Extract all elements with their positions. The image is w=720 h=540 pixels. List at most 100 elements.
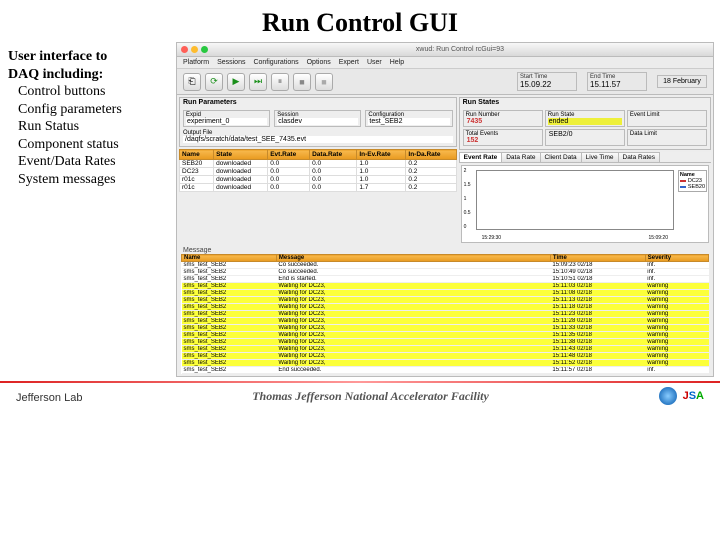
rate-tabs: Event Rate Data Rate Client Data Live Ti… xyxy=(459,152,711,163)
messages-table[interactable]: Name Message Time Severity sms_test_SEB2… xyxy=(181,254,709,374)
start-time-value: 15.09.22 xyxy=(520,80,574,89)
slide-title: Run Control GUI xyxy=(0,0,720,42)
date-box: 18 February xyxy=(657,75,707,88)
run-number-value: 7435 xyxy=(466,118,540,125)
message-row[interactable]: sms_test_SEB2Co succeeded.15:10:49 02/18… xyxy=(182,269,709,276)
toolbar-pause-button[interactable]: ⏸ xyxy=(271,73,289,91)
message-row[interactable]: sms_test_SEB2Waiting for DC23,15:11:48 0… xyxy=(182,353,709,360)
side-item: Run Status xyxy=(8,118,172,136)
menu-user[interactable]: User xyxy=(367,59,382,66)
comp-header: In-Ev.Rate xyxy=(357,150,406,160)
message-row[interactable]: sms_test_SEB2Waiting for DC23,15:11:23 0… xyxy=(182,311,709,318)
jsa-logo: JSA xyxy=(683,390,704,402)
comp-header: Data.Rate xyxy=(310,150,357,160)
component-table: NameStateEvt.RateData.RateIn-Ev.RateIn-D… xyxy=(179,149,457,192)
footer-divider xyxy=(0,381,720,383)
event-limit-label: Event Limit xyxy=(630,112,704,118)
side-header: User interface to xyxy=(8,48,172,66)
table-row[interactable]: r01cdownloaded0.00.01.00.2 xyxy=(180,176,457,184)
side-item: Control buttons xyxy=(8,83,172,101)
menu-options[interactable]: Options xyxy=(307,59,331,66)
message-row[interactable]: sms_test_SEB2Waiting for DC23,15:11:33 0… xyxy=(182,325,709,332)
message-row[interactable]: sms_test_SEB2Waiting for DC23,15:11:38 0… xyxy=(182,339,709,346)
jlab-logo: Jefferson Lab xyxy=(16,389,82,404)
menu-configurations[interactable]: Configurations xyxy=(253,59,298,66)
tab-data-rates[interactable]: Data Rates xyxy=(618,152,661,162)
slide-footer: Jefferson Lab Thomas Jefferson National … xyxy=(0,387,720,407)
tab-data-rate[interactable]: Data Rate xyxy=(501,152,540,162)
run-states-title: Run States xyxy=(460,98,710,107)
menu-platform[interactable]: Platform xyxy=(183,59,209,66)
xtick: 15:09:20 xyxy=(649,235,668,241)
ytick: 0 xyxy=(464,224,467,230)
toolbar-prev-button[interactable]: ⎗ xyxy=(183,73,201,91)
comp-header: State xyxy=(214,150,268,160)
message-row[interactable]: sms_test_SEB2Waiting for DC23,15:11:35 0… xyxy=(182,332,709,339)
message-row[interactable]: sms_test_SEB2Waiting for DC23,15:11:13 0… xyxy=(182,297,709,304)
comp-header: Name xyxy=(180,150,214,160)
table-row[interactable]: DC23downloaded0.00.01.00.2 xyxy=(180,168,457,176)
toolbar: ⎗ ⟳ ▶ ⏭ ⏸ ■ ■ Start Time 15.09.22 End Ti… xyxy=(177,69,713,95)
run-control-window: xwud: Run Control rcGui=93 Platform Sess… xyxy=(176,42,714,377)
menu-help[interactable]: Help xyxy=(390,59,404,66)
msg-col-name: Name xyxy=(182,255,277,262)
xtick: 15:29:30 xyxy=(482,235,501,241)
menu-sessions[interactable]: Sessions xyxy=(217,59,245,66)
slide-side-text: User interface to DAQ including: Control… xyxy=(6,42,176,377)
ytick: 1.5 xyxy=(464,182,471,188)
toolbar-reload-button[interactable]: ⟳ xyxy=(205,73,223,91)
messages-panel: Message Name Message Time Severity sms_t… xyxy=(181,247,709,374)
message-row[interactable]: sms_test_SEB2Waiting for DC23,15:11:03 0… xyxy=(182,283,709,290)
side-header: DAQ including: xyxy=(8,66,172,84)
end-time-value: 15.11.57 xyxy=(590,80,644,89)
comp-header: In-Da.Rate xyxy=(406,150,456,160)
window-titlebar: xwud: Run Control rcGui=93 xyxy=(177,43,713,57)
minimize-icon[interactable] xyxy=(191,46,198,53)
message-row[interactable]: sms_test_SEB2Co succeeded.15:09:23 02/18… xyxy=(182,262,709,269)
toolbar-stop-button[interactable]: ■ xyxy=(293,73,311,91)
run-states-panel: Run States Run Number7435 Run Stateended… xyxy=(459,97,711,150)
footer-center: Thomas Jefferson National Accelerator Fa… xyxy=(252,389,489,404)
messages-title: Message xyxy=(181,247,709,254)
msg-col-message: Message xyxy=(276,255,550,262)
chart-legend: Name DC23 SEB20 xyxy=(678,170,707,192)
table-row[interactable]: r01cdownloaded0.00.01.70.2 xyxy=(180,184,457,192)
side-item: Config parameters xyxy=(8,101,172,119)
message-row[interactable]: sms_test_SEB2Waiting for DC23,15:11:52 0… xyxy=(182,360,709,367)
output-file-value: /daqfs/scratch/data/test_SEE_7435.evt xyxy=(183,136,453,143)
msg-col-time: Time xyxy=(550,255,645,262)
message-row[interactable]: sms_test_SEB2Waiting for DC23,15:11:43 0… xyxy=(182,346,709,353)
side-item: System messages xyxy=(8,171,172,189)
table-row[interactable]: SEB20downloaded0.00.01.00.2 xyxy=(180,160,457,168)
session-value: clasdev xyxy=(277,118,358,125)
run-parameters-panel: Run Parameters Expidexperiment_0 Session… xyxy=(179,97,457,147)
comp-header: Evt.Rate xyxy=(268,150,310,160)
menu-expert[interactable]: Expert xyxy=(339,59,359,66)
toolbar-stop2-button[interactable]: ■ xyxy=(315,73,333,91)
run-parameters-title: Run Parameters xyxy=(180,98,456,107)
total-events-value: 152 xyxy=(466,137,540,144)
tab-event-rate[interactable]: Event Rate xyxy=(459,152,503,162)
message-row[interactable]: sms_test_SEB2Waiting for DC23,15:11:08 0… xyxy=(182,290,709,297)
start-time-box: Start Time 15.09.22 xyxy=(517,72,577,91)
tab-client-data[interactable]: Client Data xyxy=(540,152,582,162)
message-row[interactable]: sms_test_SEB2End is started.15:10:51 02/… xyxy=(182,276,709,283)
message-row[interactable]: sms_test_SEB2End succeeded.15:11:57 02/1… xyxy=(182,367,709,374)
component-value: SEB2/0 xyxy=(548,131,622,138)
seal-icon xyxy=(659,387,677,405)
zoom-icon[interactable] xyxy=(201,46,208,53)
ytick: 1 xyxy=(464,196,467,202)
toolbar-play-button[interactable]: ▶ xyxy=(227,73,245,91)
run-state-value: ended xyxy=(548,118,622,125)
close-icon[interactable] xyxy=(181,46,188,53)
window-title: xwud: Run Control rcGui=93 xyxy=(211,46,709,53)
tab-live-time[interactable]: Live Time xyxy=(581,152,619,162)
legend-item: SEB20 xyxy=(688,184,705,190)
message-row[interactable]: sms_test_SEB2Waiting for DC23,15:11:28 0… xyxy=(182,318,709,325)
toolbar-next-button[interactable]: ⏭ xyxy=(249,73,267,91)
data-limit-label: Data Limit xyxy=(630,131,704,137)
menu-bar: Platform Sessions Configurations Options… xyxy=(177,57,713,69)
message-row[interactable]: sms_test_SEB2Waiting for DC23,15:11:18 0… xyxy=(182,304,709,311)
ytick: 0.5 xyxy=(464,210,471,216)
end-time-box: End Time 15.11.57 xyxy=(587,72,647,91)
